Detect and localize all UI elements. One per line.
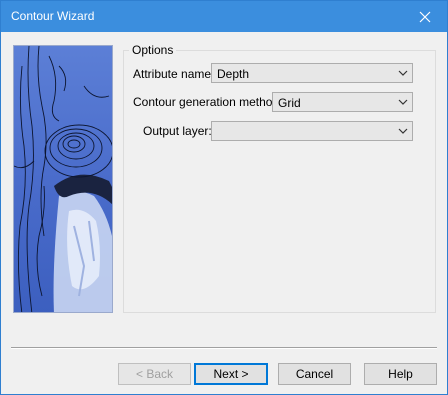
chevron-down-icon xyxy=(398,99,408,105)
attribute-name-value: Depth xyxy=(217,67,250,81)
contour-wizard-window: Contour Wizard Options Attribute name: D… xyxy=(0,0,448,395)
output-layer-label: Output layer: xyxy=(143,124,212,138)
window-title: Contour Wizard xyxy=(11,9,95,23)
method-label: Contour generation method: xyxy=(133,95,283,109)
output-layer-dropdown[interactable] xyxy=(211,121,413,141)
help-button[interactable]: Help xyxy=(364,363,437,385)
title-bar: Contour Wizard xyxy=(1,1,447,32)
close-button[interactable] xyxy=(403,1,447,32)
cancel-button[interactable]: Cancel xyxy=(278,363,351,385)
contour-map-image xyxy=(13,45,113,313)
separator xyxy=(11,347,437,349)
method-dropdown[interactable]: Grid xyxy=(272,92,413,112)
options-group-label: Options xyxy=(129,43,177,57)
chevron-down-icon xyxy=(398,128,408,134)
options-groupbox xyxy=(123,50,436,313)
back-button[interactable]: < Back xyxy=(118,363,191,385)
chevron-down-icon xyxy=(398,70,408,76)
attribute-name-label: Attribute name: xyxy=(133,67,215,81)
attribute-name-dropdown[interactable]: Depth xyxy=(211,63,413,83)
next-button[interactable]: Next > xyxy=(194,363,268,385)
method-value: Grid xyxy=(278,96,301,110)
close-icon xyxy=(419,11,431,22)
